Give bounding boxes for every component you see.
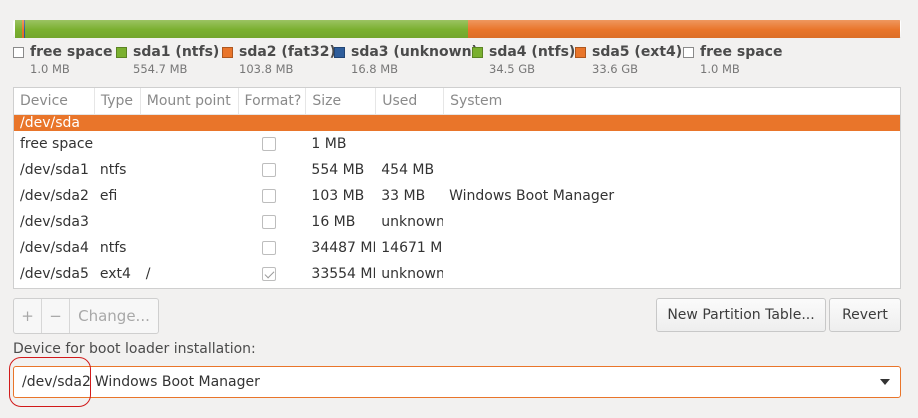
column-header-device[interactable]: Device (14, 88, 94, 114)
row-size: 554 MB (311, 162, 365, 178)
partition-table: Device Type Mount point Format? Size Use… (13, 87, 901, 289)
row-size: 33554 MB (311, 266, 376, 282)
dropdown-arrow-icon[interactable] (880, 379, 890, 385)
swatch-green-icon (116, 46, 127, 58)
table-row[interactable]: /dev/sda2 efi 103 MB 33 MB Windows Boot Mana… (14, 183, 900, 209)
swatch-free-icon (683, 46, 694, 58)
row-mount-point: / (145, 266, 151, 282)
row-type: efi (99, 188, 118, 204)
legend-item-free-space: free space 1.0 MB (13, 44, 112, 76)
partition-toolbar: + − Change... (13, 298, 159, 334)
boot-loader-label: Device for boot loader installation: (13, 341, 256, 357)
remove-partition-button[interactable]: − (41, 299, 69, 333)
row-device: /dev/sda (20, 115, 80, 131)
row-format-checkbox (238, 136, 306, 152)
format-checkbox[interactable] (261, 241, 276, 255)
row-device: free space (20, 136, 94, 152)
boot-loader-device-select[interactable]: /dev/sda2 Windows Boot Manager (13, 366, 901, 398)
swatch-orange-icon (222, 46, 233, 58)
row-format-checkbox (238, 162, 306, 178)
row-format-checkbox (238, 188, 306, 204)
row-type: ntfs (99, 162, 127, 178)
row-format-checkbox (238, 266, 306, 282)
legend-item-sda5: sda5 (ext4) 33.6 GB (575, 44, 682, 76)
legend-item-sda4: sda4 (ntfs) 34.5 GB (472, 44, 575, 76)
column-header-format[interactable]: Format? (237, 88, 306, 114)
row-used: 33 MB (381, 188, 426, 204)
row-type: ntfs (99, 240, 127, 256)
format-checkbox[interactable] (261, 215, 276, 229)
add-partition-button[interactable]: + (14, 299, 41, 333)
legend-item-sda2: sda2 (fat32) 103.8 MB (222, 44, 336, 76)
boot-device-value: /dev/sda2 (22, 374, 91, 390)
row-size: 103 MB (311, 188, 365, 204)
column-header-type[interactable]: Type (93, 88, 140, 114)
row-system: Windows Boot Manager (449, 188, 615, 204)
format-checkbox[interactable] (261, 267, 276, 281)
legend-item-sda1: sda1 (ntfs) 554.7 MB (116, 44, 219, 76)
row-device: /dev/sda5 (20, 266, 89, 282)
table-row-disk-selected[interactable]: /dev/sda (14, 115, 900, 131)
change-partition-button[interactable]: Change... (69, 299, 158, 333)
disk-usage-bar (13, 20, 901, 38)
table-row[interactable]: /dev/sda5 ext4 / 33554 MB unknown (14, 261, 900, 287)
row-device: /dev/sda2 (20, 188, 89, 204)
row-size: 1 MB (311, 136, 347, 152)
disk-segment-sda1 (15, 20, 22, 38)
boot-device-description: Windows Boot Manager (94, 374, 260, 390)
row-used: 454 MB (381, 162, 435, 178)
row-used: unknown (381, 266, 444, 282)
table-header: Device Type Mount point Format? Size Use… (14, 88, 900, 115)
disk-segment-free-end (900, 20, 901, 38)
row-device: /dev/sda3 (20, 214, 89, 230)
column-header-system[interactable]: System (443, 88, 900, 114)
table-row[interactable]: free space 1 MB (14, 131, 900, 157)
column-header-mount-point[interactable]: Mount point (139, 88, 238, 114)
swatch-green-icon (472, 46, 483, 58)
row-device: /dev/sda4 (20, 240, 89, 256)
format-checkbox[interactable] (261, 189, 276, 203)
partition-legend: free space 1.0 MB sda1 (ntfs) 554.7 MB s… (13, 44, 901, 80)
revert-button[interactable]: Revert (829, 298, 901, 332)
row-format-checkbox (238, 240, 306, 256)
swatch-blue-icon (334, 46, 345, 58)
format-checkbox[interactable] (261, 163, 276, 177)
row-used: 14671 MB (381, 240, 443, 256)
column-header-used[interactable]: Used (375, 88, 443, 114)
table-row[interactable]: /dev/sda1 ntfs 554 MB 454 MB (14, 157, 900, 183)
row-used: unknown (381, 214, 444, 230)
swatch-orange-icon (575, 46, 586, 58)
format-checkbox[interactable] (261, 137, 276, 151)
row-size: 34487 MB (311, 240, 376, 256)
legend-item-sda3: sda3 (unknown) 16.8 MB (334, 44, 478, 76)
legend-item-free-space-end: free space 1.0 MB (683, 44, 782, 76)
new-partition-table-button[interactable]: New Partition Table... (656, 298, 826, 332)
row-device: /dev/sda1 (20, 162, 89, 178)
row-size: 16 MB (311, 214, 356, 230)
row-format-checkbox (238, 214, 306, 230)
table-row[interactable]: /dev/sda3 16 MB unknown (14, 209, 900, 235)
table-row[interactable]: /dev/sda4 ntfs 34487 MB 14671 MB (14, 235, 900, 261)
disk-segment-sda5 (468, 20, 900, 38)
column-header-size[interactable]: Size (305, 88, 375, 114)
row-type: ext4 (99, 266, 131, 282)
disk-segment-sda4 (25, 20, 468, 38)
swatch-free-icon (13, 46, 24, 58)
